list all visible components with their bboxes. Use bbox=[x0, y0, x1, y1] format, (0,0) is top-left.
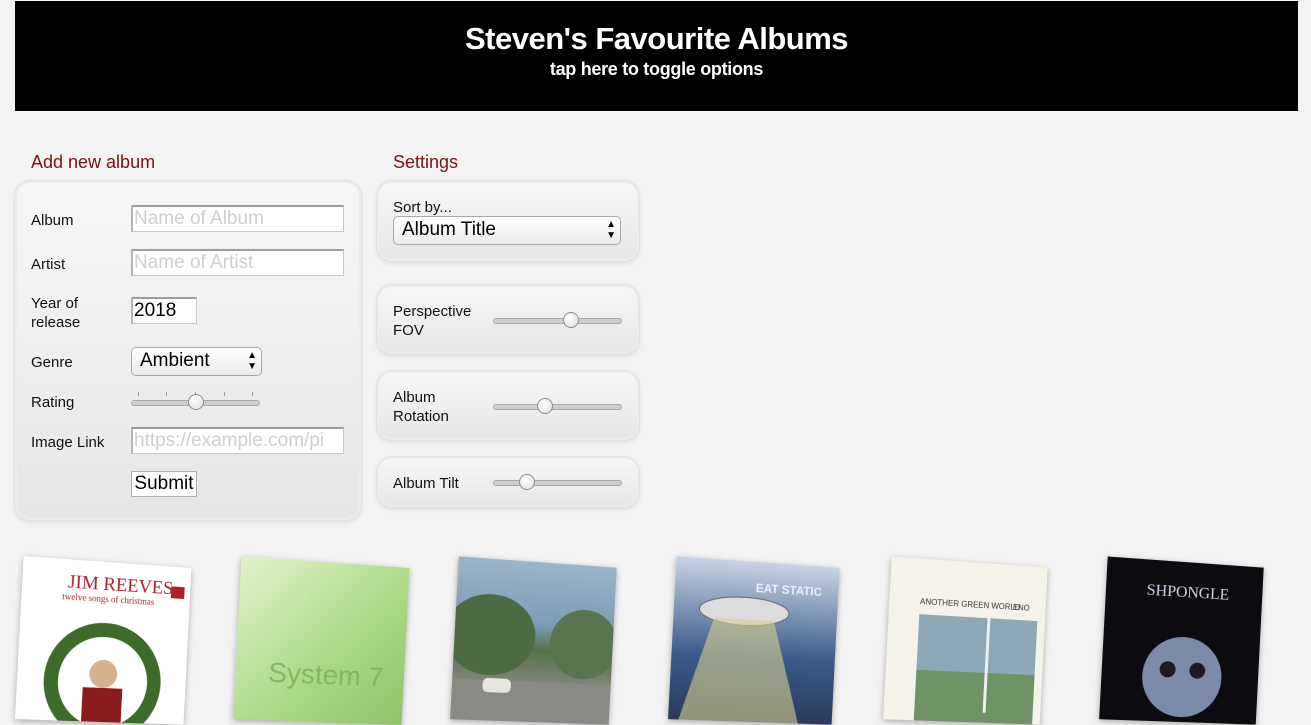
album-cover-shpongle[interactable]: SHPONGLE bbox=[1099, 556, 1264, 725]
fov-slider-thumb[interactable] bbox=[563, 312, 580, 328]
toggle-options-header[interactable]: Steven's Favourite Albums tap here to to… bbox=[15, 1, 1298, 111]
album-cover-eat-static[interactable]: EAT STATIC bbox=[668, 556, 840, 725]
another-green-world-cover-art: ANOTHER GREEN WORLD ENO bbox=[913, 597, 1038, 725]
album-name-input[interactable]: Name of Album bbox=[131, 205, 344, 232]
page-title: Steven's Favourite Albums bbox=[464, 21, 849, 56]
shpongle-cover-art: SHPONGLE bbox=[1140, 582, 1230, 719]
fov-slider-track bbox=[493, 318, 622, 324]
abbey-road-cover-art bbox=[450, 591, 617, 725]
car-shape bbox=[482, 677, 512, 694]
artist-label: Artist bbox=[31, 256, 66, 273]
eat-static-cover-art: EAT STATIC bbox=[678, 581, 823, 724]
tilt-slider-track bbox=[493, 480, 622, 486]
rotation-slider-thumb[interactable] bbox=[537, 398, 554, 414]
rating-tick bbox=[138, 392, 139, 396]
rating-label: Rating bbox=[31, 394, 75, 411]
album-cover-abbey-road[interactable] bbox=[450, 556, 617, 725]
tractor-beam-shape bbox=[678, 615, 804, 724]
rotation-slider-track bbox=[493, 404, 622, 410]
sort-value: Album Title bbox=[402, 219, 496, 240]
submit-button[interactable]: Submit bbox=[131, 471, 197, 497]
trees-shape bbox=[547, 607, 617, 681]
album-cover-title: SHPONGLE bbox=[1146, 582, 1229, 604]
album-cover-title: System 7 bbox=[267, 657, 384, 693]
genre-label: Genre bbox=[31, 354, 73, 371]
settings-title: Settings bbox=[393, 152, 459, 172]
rotation-label: Album Rotation bbox=[393, 389, 449, 425]
portrait-sweater bbox=[80, 687, 123, 725]
artist-name-input[interactable]: Name of Artist bbox=[131, 249, 344, 276]
add-album-title: Add new album bbox=[31, 152, 156, 172]
album-cover-artist: ENO bbox=[1013, 603, 1030, 613]
tilt-slider-thumb[interactable] bbox=[518, 474, 535, 490]
select-arrows-icon: ▲ ▼ bbox=[247, 350, 257, 372]
album-cover-title: EAT STATIC bbox=[755, 581, 822, 599]
year-label: Year of release bbox=[31, 295, 81, 331]
genre-select[interactable]: Ambient ▲ ▼ bbox=[131, 347, 262, 376]
trees-shape bbox=[450, 591, 538, 677]
fov-label: Perspective FOV bbox=[393, 303, 472, 339]
rating-tick bbox=[166, 392, 167, 396]
toggle-options-hint: tap here to toggle options bbox=[549, 59, 764, 79]
album-cover-another-green-world[interactable]: ANOTHER GREEN WORLD ENO bbox=[883, 556, 1048, 725]
portrait-face bbox=[88, 659, 118, 689]
jim-reeves-cover-art: JIM REEVES twelve songs of christmas bbox=[15, 571, 191, 725]
genre-value: Ambient bbox=[140, 350, 210, 371]
image-link-input[interactable]: https://example.com/pi bbox=[131, 427, 344, 454]
select-arrows-icon: ▲ ▼ bbox=[606, 219, 616, 241]
album-cover-title: ANOTHER GREEN WORLD bbox=[920, 597, 1021, 612]
rating-tick bbox=[224, 392, 225, 396]
album-cover-jim-reeves[interactable]: JIM REEVES twelve songs of christmas bbox=[14, 556, 192, 725]
year-input[interactable]: 2018 bbox=[131, 297, 197, 324]
sort-label: Sort by... bbox=[393, 199, 452, 216]
rating-tick bbox=[252, 392, 253, 396]
system-7-cover-art: System 7 bbox=[267, 657, 384, 693]
sort-select[interactable]: Album Title ▲ ▼ bbox=[393, 216, 621, 245]
label-logo bbox=[170, 586, 185, 600]
rating-slider-thumb[interactable] bbox=[187, 394, 204, 410]
album-label: Album bbox=[31, 212, 74, 229]
image-link-label: Image Link bbox=[31, 434, 105, 451]
album-cover-system-7[interactable]: System 7 bbox=[232, 556, 410, 725]
creature-shape bbox=[1140, 634, 1224, 719]
tilt-label: Album Tilt bbox=[393, 475, 459, 492]
painting-ground bbox=[913, 669, 1035, 725]
road-shape bbox=[450, 678, 611, 725]
